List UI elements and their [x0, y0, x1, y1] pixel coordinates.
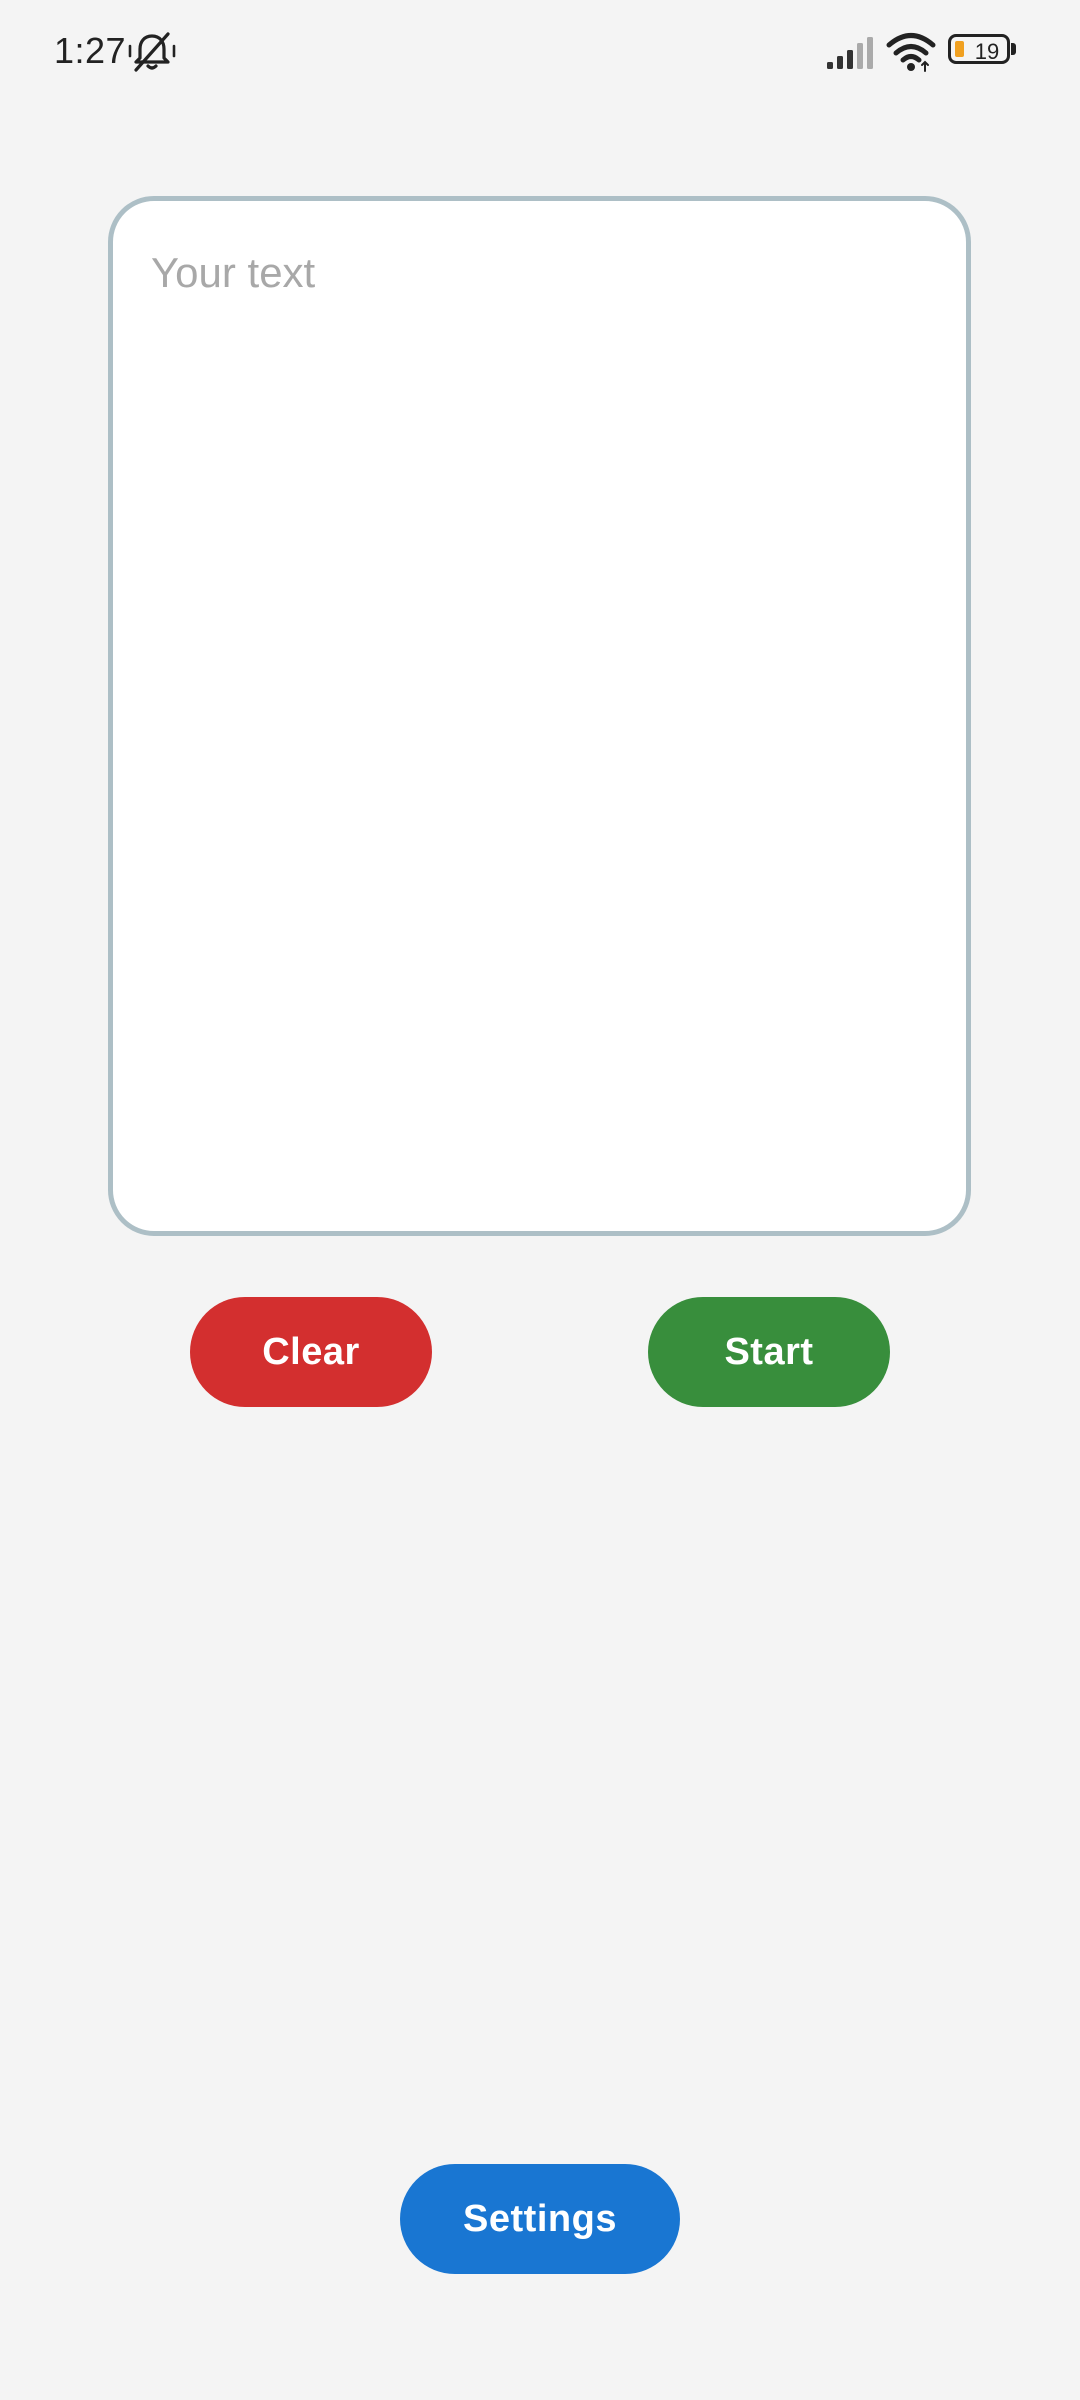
battery-body: 19 [948, 34, 1010, 64]
battery-level-text: 19 [974, 39, 1000, 64]
wifi-icon [886, 33, 936, 72]
clear-button[interactable]: Clear [190, 1297, 432, 1407]
settings-button[interactable]: Settings [400, 2164, 680, 2274]
text-input[interactable] [113, 201, 966, 1231]
status-bar: 1:27 19 [0, 0, 1080, 104]
battery-icon: 19 [948, 34, 1018, 68]
battery-tip [1011, 43, 1016, 55]
status-time: 1:27 [54, 30, 127, 71]
battery-level-fill [955, 41, 964, 57]
text-input-container [108, 196, 971, 1236]
start-button[interactable]: Start [648, 1297, 890, 1407]
mute-bell-icon [128, 32, 176, 72]
signal-icon [827, 37, 873, 69]
